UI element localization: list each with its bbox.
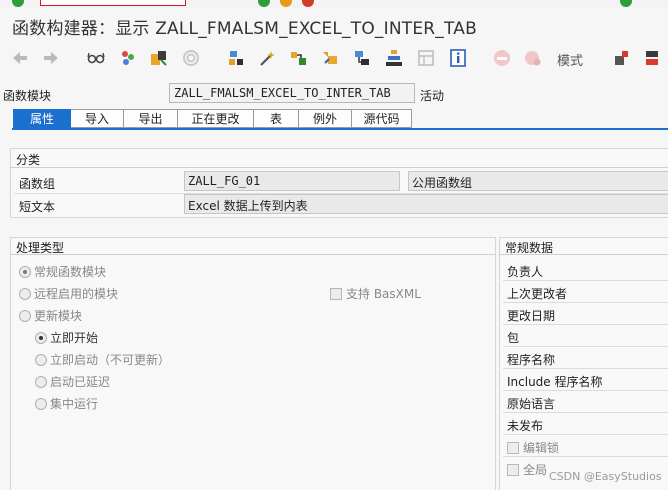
function-group-label: 函数组 bbox=[19, 177, 56, 191]
processing-type-divider bbox=[10, 254, 496, 255]
where-used-icon[interactable] bbox=[149, 48, 169, 68]
command-field[interactable] bbox=[40, 0, 186, 6]
function-group-text-field[interactable]: 公用函数组 bbox=[408, 171, 668, 191]
wand-icon[interactable] bbox=[257, 48, 277, 68]
green-status-icon bbox=[620, 0, 632, 7]
package-label: 包 bbox=[507, 331, 520, 345]
radio-label: 立即启动（不可更新） bbox=[50, 353, 171, 367]
checkbox-icon bbox=[330, 287, 342, 300]
mode-label[interactable]: 模式 bbox=[557, 50, 583, 69]
watermark-text: CSDN @EasyStudios bbox=[549, 470, 662, 483]
check-icon[interactable] bbox=[289, 48, 309, 68]
tab-tables[interactable]: 表 bbox=[254, 109, 299, 128]
short-text-field[interactable]: Excel 数据上传到内表 bbox=[184, 194, 668, 214]
row-divider bbox=[503, 390, 668, 391]
tab-export[interactable]: 导出 bbox=[124, 109, 178, 128]
function-group-field[interactable]: ZALL_FG_01 bbox=[184, 171, 400, 191]
short-text-label: 短文本 bbox=[19, 200, 56, 214]
green-status-icon bbox=[258, 0, 270, 7]
radio-immediate-no-update[interactable]: 立即启动（不可更新） bbox=[35, 351, 170, 368]
hierarchy-icon[interactable] bbox=[384, 48, 404, 68]
radio-selected-icon bbox=[19, 265, 31, 278]
window-title: 函数构建器：显示 ZALL_FMALSM_EXCEL_TO_INTER_TAB bbox=[12, 19, 477, 39]
checkbox-icon bbox=[507, 463, 519, 476]
status-label: 活动 bbox=[420, 89, 445, 103]
radio-immediate-start[interactable]: 立即开始 bbox=[35, 329, 98, 346]
last-changed-by-label: 上次更改者 bbox=[507, 287, 568, 301]
radio-empty-icon bbox=[19, 287, 31, 300]
tab-changing[interactable]: 正在更改 bbox=[178, 109, 254, 128]
changed-on-label: 更改日期 bbox=[507, 309, 556, 323]
radio-selected-icon bbox=[35, 331, 47, 344]
green-status-icon bbox=[12, 0, 24, 7]
row-divider bbox=[503, 434, 668, 435]
radio-label: 立即开始 bbox=[50, 331, 99, 345]
row-divider bbox=[503, 324, 668, 325]
tab-strip: 属性 导入 导出 正在更改 表 例外 源代码 bbox=[13, 109, 412, 128]
tree-icon[interactable] bbox=[226, 48, 246, 68]
checkbox-basxml[interactable]: 支持 BasXML bbox=[330, 285, 421, 302]
checkbox-label: 支持 BasXML bbox=[346, 287, 421, 301]
tab-import[interactable]: 导入 bbox=[71, 109, 124, 128]
classification-title: 分类 bbox=[16, 153, 41, 167]
program-name-label: 程序名称 bbox=[507, 353, 556, 367]
tab-attributes[interactable]: 属性 bbox=[13, 109, 71, 128]
tab-underline bbox=[12, 128, 668, 130]
radio-normal-function-module[interactable]: 常规函数模块 bbox=[19, 263, 106, 280]
debug-icon[interactable] bbox=[523, 48, 543, 68]
checkbox-label: 全局 bbox=[523, 463, 548, 477]
red-status-icon bbox=[302, 0, 314, 7]
radio-label: 远程启用的模块 bbox=[34, 287, 119, 301]
display-change-icon[interactable] bbox=[612, 48, 632, 68]
radio-label: 常规函数模块 bbox=[34, 265, 107, 279]
checkbox-edit-lock[interactable]: 编辑锁 bbox=[507, 439, 559, 456]
top-strip bbox=[0, 0, 668, 8]
checkbox-label: 编辑锁 bbox=[523, 441, 560, 455]
info-icon[interactable] bbox=[448, 48, 468, 68]
orange-status-icon bbox=[280, 0, 292, 7]
tab-source-code[interactable]: 源代码 bbox=[352, 109, 412, 128]
other-object-icon[interactable] bbox=[118, 48, 138, 68]
radio-empty-icon bbox=[35, 375, 47, 388]
responsible-label: 负责人 bbox=[507, 265, 544, 279]
not-released-label: 未发布 bbox=[507, 419, 544, 433]
display-object-list-icon[interactable] bbox=[181, 48, 201, 68]
back-arrow-icon[interactable] bbox=[10, 48, 30, 68]
row-divider bbox=[503, 346, 668, 347]
layout-icon[interactable] bbox=[642, 48, 662, 68]
radio-label: 启动已延迟 bbox=[50, 375, 111, 389]
glasses-icon[interactable] bbox=[86, 48, 106, 68]
row-divider bbox=[503, 368, 668, 369]
tab-exceptions[interactable]: 例外 bbox=[299, 109, 352, 128]
radio-collective-run[interactable]: 集中运行 bbox=[35, 395, 98, 412]
include-name-label: Include 程序名称 bbox=[507, 375, 603, 389]
row-divider bbox=[503, 302, 668, 303]
radio-label: 更新模块 bbox=[34, 309, 83, 323]
original-language-label: 原始语言 bbox=[507, 397, 556, 411]
activate-icon[interactable] bbox=[320, 48, 340, 68]
radio-empty-icon bbox=[19, 309, 31, 322]
pattern-icon[interactable] bbox=[416, 48, 436, 68]
checkbox-global[interactable]: 全局 bbox=[507, 461, 547, 478]
radio-remote-enabled[interactable]: 远程启用的模块 bbox=[19, 285, 118, 302]
radio-start-delayed[interactable]: 启动已延迟 bbox=[35, 373, 110, 390]
function-module-label: 函数模块 bbox=[3, 89, 52, 103]
forward-arrow-icon[interactable] bbox=[41, 48, 61, 68]
radio-update-module[interactable]: 更新模块 bbox=[19, 307, 82, 324]
checkbox-icon bbox=[507, 441, 519, 454]
stop-icon[interactable] bbox=[492, 48, 512, 68]
radio-empty-icon bbox=[35, 397, 47, 410]
general-data-divider bbox=[499, 254, 668, 255]
radio-empty-icon bbox=[35, 353, 47, 366]
row-divider bbox=[503, 280, 668, 281]
radio-label: 集中运行 bbox=[50, 397, 99, 411]
row-divider bbox=[503, 412, 668, 413]
test-icon[interactable] bbox=[352, 48, 372, 68]
function-module-field[interactable]: ZALL_FMALSM_EXCEL_TO_INTER_TAB bbox=[169, 83, 415, 103]
classification-divider bbox=[10, 167, 668, 168]
row-divider bbox=[503, 456, 668, 457]
